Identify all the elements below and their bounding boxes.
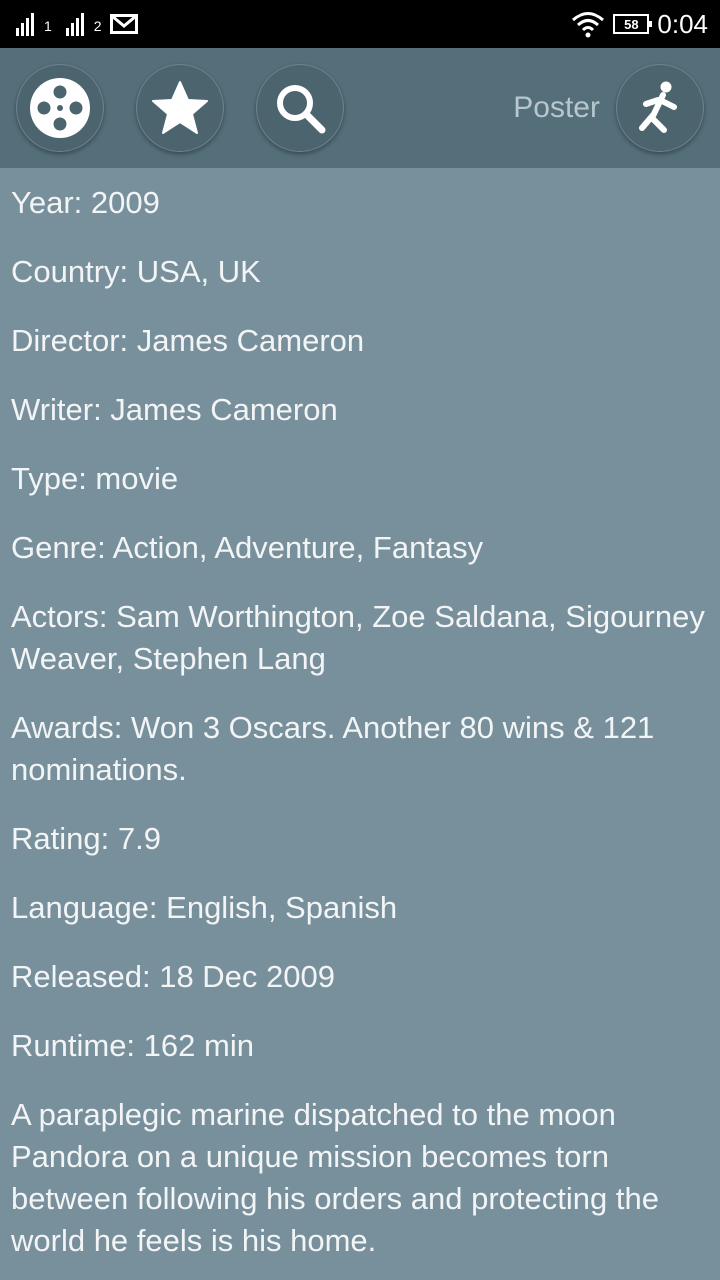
type-field: Type: movie: [11, 461, 179, 496]
status-right: 58 0:04: [571, 9, 708, 40]
actors-field: Actors: Sam Worthington, Zoe Saldana, Si…: [11, 599, 705, 676]
mail-icon: [109, 14, 138, 34]
rating-field: Rating: 7.9: [11, 821, 161, 856]
poster-label[interactable]: Poster: [513, 91, 600, 125]
search-icon: [277, 85, 326, 134]
running-man-icon: [639, 81, 677, 133]
runtime-field: Runtime: 162 min: [11, 1028, 254, 1063]
writer-field: Writer: James Cameron: [11, 392, 338, 427]
star-icon: [152, 81, 208, 134]
favorites-button[interactable]: [136, 64, 224, 152]
country-field: Country: USA, UK: [11, 254, 261, 289]
poster-button[interactable]: [616, 64, 704, 152]
movie-details: Year: 2009 Country: USA, UK Director: Ja…: [0, 168, 720, 1262]
year-field: Year: 2009: [11, 185, 160, 220]
sim1-label: 1: [44, 18, 52, 34]
movies-button[interactable]: [16, 64, 104, 152]
wifi-icon: [572, 12, 605, 38]
search-button[interactable]: [256, 64, 344, 152]
status-left: 1 2: [16, 12, 138, 36]
battery-icon: 58: [613, 14, 653, 34]
plot-text: A paraplegic marine dispatched to the mo…: [11, 1097, 659, 1258]
awards-field: Awards: Won 3 Oscars. Another 80 wins & …: [11, 710, 655, 787]
status-bar: 1 2 58 0:04: [0, 0, 720, 48]
signal-icon: [65, 12, 84, 36]
language-field: Language: English, Spanish: [11, 890, 398, 925]
toolbar: Poster: [0, 48, 720, 168]
film-reel-icon: [30, 78, 90, 138]
battery-level: 58: [624, 16, 639, 32]
signal-icon: [16, 12, 34, 36]
sim2-label: 2: [93, 18, 102, 34]
released-field: Released: 18 Dec 2009: [11, 959, 336, 994]
genre-field: Genre: Action, Adventure, Fantasy: [11, 530, 484, 565]
status-time: 0:04: [657, 8, 708, 39]
director-field: Director: James Cameron: [11, 323, 365, 358]
